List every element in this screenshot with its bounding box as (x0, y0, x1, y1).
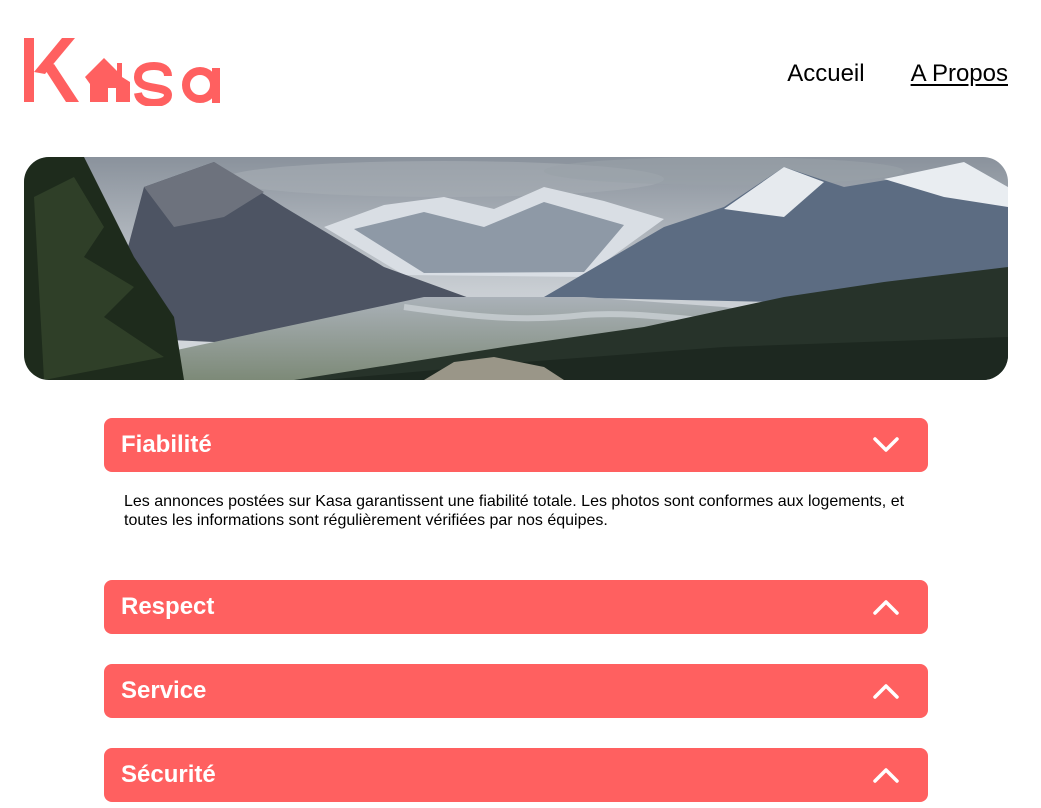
nav-link-accueil[interactable]: Accueil (787, 58, 864, 90)
banner-image (24, 157, 1008, 380)
accordion-service: Service (104, 664, 928, 718)
nav-link-a-propos[interactable]: A Propos (911, 58, 1008, 90)
accordion-content: Les annonces postées sur Kasa garantisse… (124, 493, 905, 529)
accordion-securite: Sécurité (104, 748, 928, 802)
accordion-title: Respect (121, 593, 215, 620)
accordion-title: Sécurité (121, 761, 216, 788)
accordion-respect: Respect (104, 580, 928, 634)
accordion-header-respect[interactable]: Respect (104, 580, 928, 634)
accordion-header-fiabilite[interactable]: Fiabilité (104, 418, 928, 472)
accordion-header-service[interactable]: Service (104, 664, 928, 718)
chevron-up-icon[interactable] (872, 681, 900, 701)
accordion-title: Service (121, 677, 207, 704)
accordion-header-securite[interactable]: Sécurité (104, 748, 928, 802)
accordion-title: Fiabilité (121, 431, 212, 458)
chevron-up-icon[interactable] (872, 765, 900, 785)
main-nav: Accueil A Propos (787, 58, 1008, 90)
kasa-logo (24, 38, 220, 106)
accordion-fiabilite: Fiabilité Les annonces postées sur Kasa … (104, 418, 928, 530)
chevron-down-icon[interactable] (872, 435, 900, 455)
site-header: Accueil A Propos (0, 0, 1041, 130)
chevron-up-icon[interactable] (872, 597, 900, 617)
